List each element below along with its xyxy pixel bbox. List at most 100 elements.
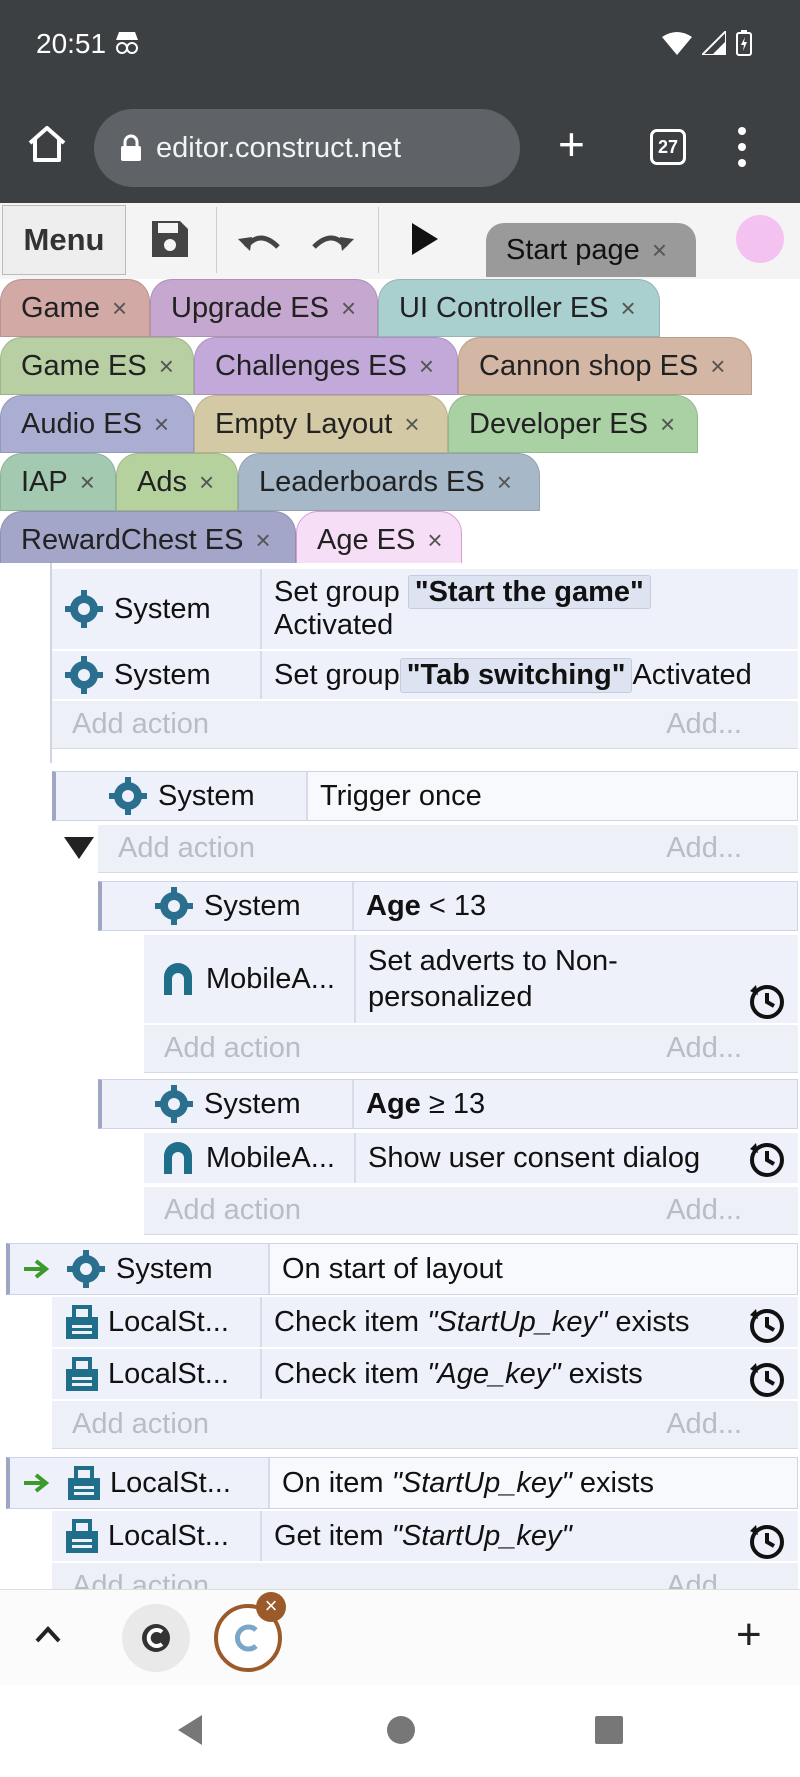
play-icon[interactable] [410, 221, 440, 257]
close-icon[interactable]: × [419, 351, 434, 382]
close-icon[interactable]: × [112, 293, 127, 324]
menu-button[interactable]: Menu [2, 205, 126, 275]
close-icon[interactable]: × [154, 409, 169, 440]
home-nav-icon[interactable] [386, 1715, 416, 1745]
add-action-link[interactable]: Add action [118, 832, 255, 865]
more-menu-icon[interactable] [738, 127, 748, 171]
event-condition[interactable]: LocalSt... On item "StartUp_key" exists [6, 1457, 798, 1509]
condition-label: ≥ 13 [420, 1087, 486, 1120]
tab-empty-layout[interactable]: Empty Layout × [194, 395, 448, 453]
object-name: LocalSt... [110, 1466, 231, 1499]
close-icon[interactable]: × [341, 293, 356, 324]
close-icon[interactable]: × [427, 525, 442, 556]
close-icon[interactable]: × [159, 351, 174, 382]
action-object: LocalSt... [52, 1511, 262, 1561]
condition-object: System [102, 1080, 354, 1128]
close-tab-icon[interactable]: × [256, 1592, 286, 1622]
event-condition[interactable]: System Age < 13 [98, 881, 798, 931]
add-action-shortcut[interactable]: Add... [666, 1032, 742, 1065]
action-row[interactable]: MobileA... Set adverts to Non-personaliz… [144, 935, 798, 1023]
add-action-row[interactable]: Add action Add... [52, 701, 798, 749]
tab-switcher-button[interactable]: 27 [650, 129, 686, 165]
add-tab-icon[interactable]: + [736, 1610, 762, 1660]
add-action-shortcut[interactable]: Add... [666, 1194, 742, 1227]
add-action-row[interactable]: Add action Add... [52, 1563, 798, 1589]
home-icon[interactable] [26, 123, 68, 165]
action-row[interactable]: MobileA... Show user consent dialog [144, 1133, 798, 1183]
action-row[interactable]: LocalSt... Get item "StartUp_key" [52, 1511, 798, 1561]
add-action-row[interactable]: Add action Add... [98, 825, 798, 873]
add-action-link[interactable]: Add action [164, 1032, 301, 1065]
tab-rewardchest-es[interactable]: RewardChest ES × [0, 511, 296, 569]
action-row[interactable]: LocalSt... Check item "StartUp_key" exis… [52, 1297, 798, 1347]
cloud-sync-icon[interactable] [736, 215, 784, 263]
action-row[interactable]: System Set group "Tab switching" Activat… [52, 651, 798, 699]
object-name: System [204, 889, 301, 922]
event-condition[interactable]: System Trigger once [52, 771, 798, 821]
close-icon[interactable]: × [80, 467, 95, 498]
close-icon[interactable]: × [710, 351, 725, 382]
close-icon[interactable]: × [660, 409, 675, 440]
close-icon[interactable]: × [497, 467, 512, 498]
undo-icon[interactable] [238, 225, 282, 255]
save-icon[interactable] [150, 219, 190, 259]
tab-thumbnail[interactable] [122, 1604, 190, 1672]
event-condition[interactable]: System Age ≥ 13 [98, 1079, 798, 1129]
tab-label: Upgrade ES [171, 291, 329, 324]
tab-leaderboards-es[interactable]: Leaderboards ES × [238, 453, 540, 511]
tab-label: Developer ES [469, 407, 648, 440]
add-action-row[interactable]: Add action Add... [144, 1025, 798, 1073]
back-icon[interactable] [176, 1713, 204, 1747]
chevron-up-icon[interactable] [34, 1624, 62, 1644]
tab-start-page[interactable]: Start page × [486, 223, 696, 277]
action-object: LocalSt... [52, 1349, 262, 1399]
tab-audio-es[interactable]: Audio ES × [0, 395, 194, 453]
add-action-row[interactable]: Add action Add... [144, 1187, 798, 1235]
tab-ads[interactable]: Ads × [116, 453, 238, 511]
tab-cannon-shop-es[interactable]: Cannon shop ES × [458, 337, 752, 395]
tab-developer-es[interactable]: Developer ES × [448, 395, 698, 453]
action-object: System [52, 651, 262, 699]
condition-label: On item [282, 1466, 392, 1499]
tab-upgrade-es[interactable]: Upgrade ES × [150, 279, 378, 337]
action-text: Set adverts to Non-personalized [368, 945, 618, 1013]
action-label: Activated [274, 609, 394, 641]
event-condition[interactable]: System On start of layout [6, 1243, 798, 1295]
close-icon[interactable]: × [199, 467, 214, 498]
close-icon[interactable]: × [255, 525, 270, 556]
add-action-link[interactable]: Add action [72, 1408, 209, 1441]
close-icon[interactable]: × [404, 409, 419, 440]
object-name: System [116, 1252, 213, 1285]
add-action-shortcut[interactable]: Add... [666, 1408, 742, 1441]
address-bar[interactable]: editor.construct.net [94, 109, 520, 187]
add-action-link[interactable]: Add action [72, 708, 209, 741]
recents-icon[interactable] [594, 1715, 624, 1745]
close-icon[interactable]: × [621, 293, 636, 324]
redo-icon[interactable] [310, 225, 354, 255]
collapse-triangle-icon[interactable] [64, 837, 94, 859]
action-row[interactable]: System Set group "Start the game" Activa… [52, 569, 798, 649]
tab-challenges-es[interactable]: Challenges ES × [194, 337, 458, 395]
object-name: LocalSt... [108, 1357, 229, 1390]
tab-ui-controller-es[interactable]: UI Controller ES × [378, 279, 660, 337]
add-action-link[interactable]: Add action [72, 1570, 209, 1589]
local-storage-icon [68, 1466, 100, 1500]
tab-iap[interactable]: IAP × [0, 453, 116, 511]
action-row[interactable]: LocalSt... Check item "Age_key" exists [52, 1349, 798, 1399]
event-sheet[interactable]: System Set group "Start the game" Activa… [0, 563, 800, 1589]
add-action-link[interactable]: Add action [164, 1194, 301, 1227]
action-text: Get item "StartUp_key" [262, 1511, 798, 1561]
add-action-row[interactable]: Add action Add... [52, 1401, 798, 1449]
tab-game[interactable]: Game × [0, 279, 150, 337]
new-tab-icon[interactable]: + [558, 121, 585, 167]
condition-text: Age ≥ 13 [354, 1080, 797, 1128]
tab-game-es[interactable]: Game ES × [0, 337, 194, 395]
object-name: System [114, 658, 211, 691]
add-action-shortcut[interactable]: Add... [666, 1570, 742, 1589]
condition-text: On start of layout [270, 1244, 797, 1294]
async-clock-icon [750, 1309, 784, 1343]
add-action-shortcut[interactable]: Add... [666, 708, 742, 741]
add-action-shortcut[interactable]: Add... [666, 832, 742, 865]
close-icon[interactable]: × [652, 235, 667, 266]
tab-age-es[interactable]: Age ES × [296, 511, 462, 569]
